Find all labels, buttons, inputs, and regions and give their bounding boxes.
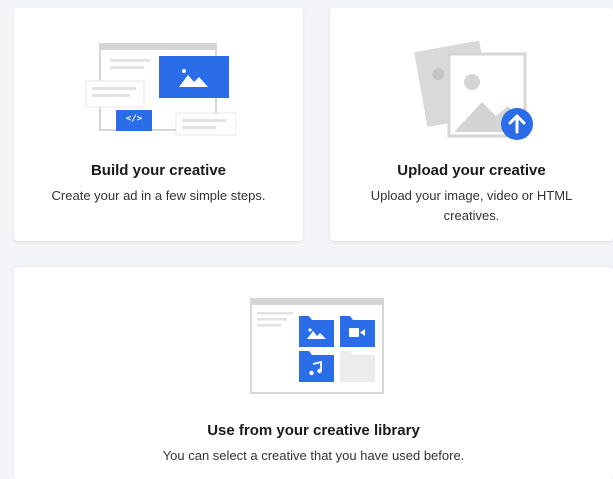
upload-creative-card[interactable]: Upload your creative Upload your image, … bbox=[330, 8, 613, 241]
creative-library-illustration bbox=[249, 297, 385, 395]
upload-creative-illustration bbox=[412, 32, 542, 144]
creative-library-description: You can select a creative that you have … bbox=[162, 448, 465, 463]
build-creative-description: Create your ad in a few simple steps. bbox=[51, 188, 266, 203]
code-icon: </> bbox=[125, 114, 143, 124]
build-creative-title: Build your creative bbox=[90, 162, 227, 179]
upload-creative-title: Upload your creative bbox=[397, 162, 546, 179]
build-creative-card[interactable]: </> Build your creative Create your ad i… bbox=[14, 8, 303, 241]
upload-creative-description: Upload your image, video or HTML creativ… bbox=[370, 188, 573, 223]
creative-library-card[interactable]: Use from your creative library You can s… bbox=[14, 267, 613, 479]
creative-library-title: Use from your creative library bbox=[207, 422, 420, 439]
build-creative-illustration: </> bbox=[84, 41, 236, 141]
